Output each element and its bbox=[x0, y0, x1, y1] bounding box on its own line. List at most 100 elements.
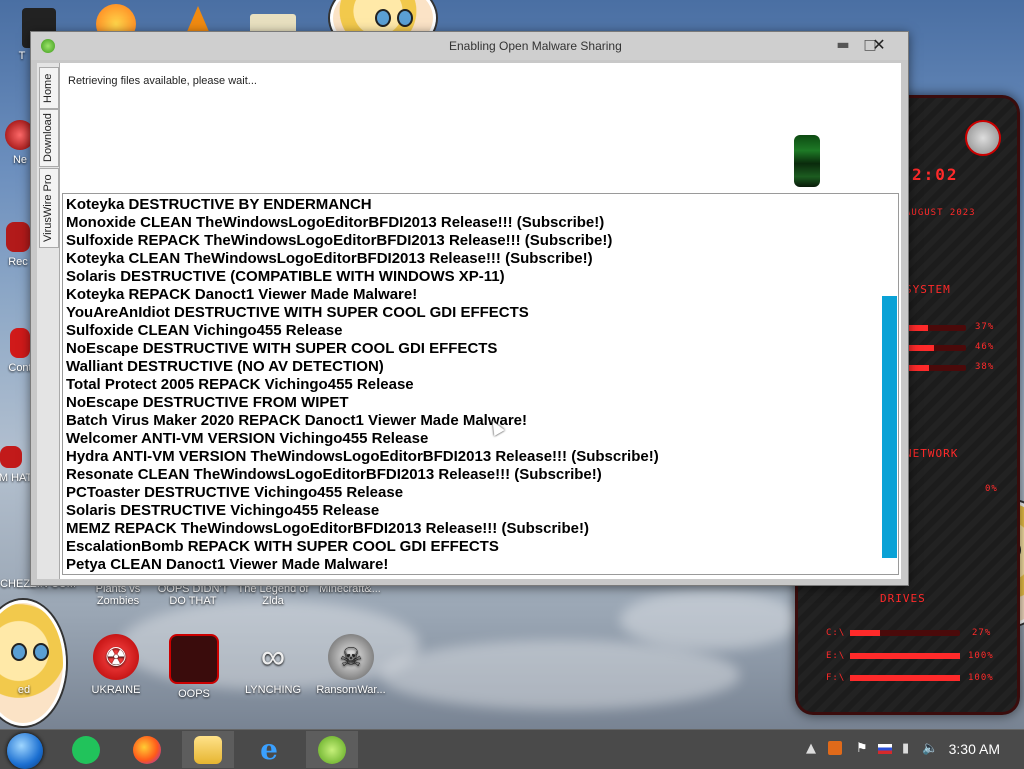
desktop-icon-label: Cont bbox=[8, 362, 32, 374]
app-icon bbox=[169, 634, 219, 684]
file-list-item[interactable]: YouAreAnIdiot DESTRUCTIVE WITH SUPER COO… bbox=[66, 304, 659, 322]
widget-drives-label: DRIVES bbox=[880, 592, 926, 605]
network-icon[interactable]: ▮ bbox=[902, 741, 909, 756]
widget-network-label: NETWORK bbox=[905, 447, 959, 460]
file-list-item[interactable]: Koteyka CLEAN TheWindowsLogoEditorBFDI20… bbox=[66, 250, 659, 268]
loading-spinner-icon bbox=[794, 135, 820, 187]
file-list-item[interactable]: Petya CLEAN Danoct1 Viewer Made Malware! bbox=[66, 556, 659, 574]
window-title: Enabling Open Malware Sharing bbox=[449, 39, 622, 53]
file-list-items: Koteyka DESTRUCTIVE BY ENDERMANCH Monoxid… bbox=[66, 196, 659, 574]
taskbar-malware-sharing-app[interactable] bbox=[306, 731, 358, 768]
desktop-icon-label: Rec bbox=[8, 256, 28, 268]
widget-system-label: SYSTEM bbox=[905, 283, 951, 296]
taskbar-clock[interactable]: 3:30 AM bbox=[949, 741, 1000, 757]
file-list-item[interactable]: NoEscape DESTRUCTIVE FROM WIPET bbox=[66, 394, 659, 412]
swap-bar bbox=[906, 365, 966, 371]
language-flag-icon[interactable] bbox=[878, 744, 892, 754]
file-list-item[interactable]: Solaris DESTRUCTIVE (COMPATIBLE WITH WIN… bbox=[66, 268, 659, 286]
tab-download[interactable]: Download bbox=[39, 109, 59, 167]
tab-viruswire-pro[interactable]: VirusWire Pro bbox=[39, 168, 59, 248]
desktop-icon-oops-didnt[interactable]: OOPS DIDN'T DO THAT bbox=[153, 583, 233, 607]
cartoon-sticker bbox=[0, 600, 66, 726]
drive-f-label: F:\ bbox=[826, 673, 846, 683]
drive-e-label: E:\ bbox=[826, 651, 846, 661]
app-logo-icon bbox=[41, 39, 55, 53]
drive-e-percent: 100% bbox=[968, 651, 994, 661]
firefox-icon bbox=[133, 735, 161, 764]
desktop-icon-zelda[interactable]: The Legend of Zlda bbox=[233, 583, 313, 607]
file-list-item[interactable]: Koteyka DESTRUCTIVE BY ENDERMANCH bbox=[66, 196, 659, 214]
file-list-item[interactable]: Welcomer ANTI-VM VERSION Vichingo455 Rel… bbox=[66, 430, 659, 448]
cpu-percent: 37% bbox=[975, 322, 995, 332]
volume-icon[interactable]: 🔈 bbox=[922, 741, 938, 756]
cloud-decoration bbox=[380, 640, 740, 710]
desktop-icon-lynching[interactable]: ∞ LYNCHING bbox=[233, 634, 313, 697]
drive-e-bar bbox=[850, 653, 960, 659]
file-list-item[interactable]: Hydra ANTI-VM VERSION TheWindowsLogoEdit… bbox=[66, 448, 659, 466]
file-list-item[interactable]: Batch Virus Maker 2020 REPACK Danoct1 Vi… bbox=[66, 412, 659, 430]
desktop-icon-label: T bbox=[18, 50, 26, 62]
file-list-item[interactable]: Monoxide CLEAN TheWindowsLogoEditorBFDI2… bbox=[66, 214, 659, 232]
desktop-icon-label: Plants vs Zombies bbox=[95, 583, 141, 607]
desktop-icon-ransomware[interactable]: ☠ RansomWar... bbox=[311, 634, 391, 696]
swap-percent: 38% bbox=[975, 362, 995, 372]
file-list-item[interactable]: EscalationBomb REPACK WITH SUPER COOL GD… bbox=[66, 538, 659, 556]
desktop-icon-oops[interactable]: OOPS bbox=[154, 634, 234, 700]
desktop-icon-label: ed bbox=[17, 684, 31, 696]
app-icon bbox=[10, 328, 30, 358]
file-list-item[interactable]: Koteyka REPACK Danoct1 Viewer Made Malwa… bbox=[66, 286, 659, 304]
taskbar-internet-explorer[interactable]: e bbox=[243, 731, 295, 768]
skull-icon: ☠ bbox=[328, 634, 374, 680]
tray-app-icon[interactable] bbox=[828, 741, 842, 755]
drive-f-percent: 100% bbox=[968, 673, 994, 683]
desktop-icon-ukraine[interactable]: ☢ UKRAINE bbox=[76, 634, 156, 696]
file-list-item[interactable]: Total Protect 2005 REPACK Vichingo455 Re… bbox=[66, 376, 659, 394]
file-list-item[interactable]: Walliant DESTRUCTIVE (NO AV DETECTION) bbox=[66, 358, 659, 376]
window-titlebar[interactable]: Enabling Open Malware Sharing ▬ □ ✕ bbox=[31, 32, 908, 60]
action-center-flag-icon[interactable]: ⚑ bbox=[856, 741, 868, 756]
desktop-icon-label: Ne bbox=[12, 154, 28, 166]
show-hidden-icons-icon[interactable]: ▲ bbox=[806, 741, 816, 756]
close-button[interactable]: ✕ bbox=[867, 36, 891, 54]
ie-icon: e bbox=[260, 732, 278, 766]
drive-c-bar-fill bbox=[850, 630, 880, 636]
drive-c-label: C:\ bbox=[826, 628, 846, 638]
malware-file-list[interactable]: Koteyka DESTRUCTIVE BY ENDERMANCH Monoxid… bbox=[62, 193, 899, 575]
desktop-icon-plants[interactable]: Plants vs Zombies bbox=[78, 583, 158, 607]
start-button[interactable] bbox=[7, 733, 43, 769]
alien-logo-icon bbox=[965, 120, 1001, 156]
desktop-icon-left[interactable]: ed bbox=[0, 684, 64, 696]
desktop-icon-label: RansomWar... bbox=[316, 684, 386, 696]
desktop-icon-label: OOPS bbox=[178, 688, 210, 700]
desktop-icon-label: LYNCHING bbox=[244, 684, 302, 696]
scrollbar-thumb[interactable] bbox=[882, 296, 897, 558]
radiation-icon: ☢ bbox=[93, 634, 139, 680]
drive-f-bar bbox=[850, 675, 960, 681]
file-list-item[interactable]: NoEscape DESTRUCTIVE WITH SUPER COOL GDI… bbox=[66, 340, 659, 358]
taskbar-notes-app[interactable] bbox=[60, 731, 112, 768]
widget-date: AUGUST 2023 bbox=[905, 208, 976, 218]
taskbar-firefox[interactable] bbox=[121, 731, 173, 768]
file-list-item[interactable]: Resonate CLEAN TheWindowsLogoEditorBFDI2… bbox=[66, 466, 659, 484]
list-scrollbar[interactable] bbox=[880, 194, 898, 572]
vlc-icon[interactable] bbox=[186, 6, 210, 34]
app-icon bbox=[6, 222, 30, 252]
taskbar: e ▲ ⚑ ▮ 🔈 3:30 AM bbox=[0, 729, 1024, 769]
drive-c-bar bbox=[850, 630, 960, 636]
desktop-icon-label: UKRAINE bbox=[91, 684, 141, 696]
drive-e-bar-fill bbox=[850, 653, 960, 659]
vertical-tab-strip: Home Download VirusWire Pro bbox=[37, 63, 60, 579]
noose-icon: ∞ bbox=[260, 637, 286, 676]
file-list-item[interactable]: Solaris DESTRUCTIVE Vichingo455 Release bbox=[66, 502, 659, 520]
file-list-item[interactable]: PCToaster DESTRUCTIVE Vichingo455 Releas… bbox=[66, 484, 659, 502]
file-list-item[interactable]: MEMZ REPACK TheWindowsLogoEditorBFDI2013… bbox=[66, 520, 659, 538]
file-list-item[interactable]: Sulfoxide REPACK TheWindowsLogoEditorBFD… bbox=[66, 232, 659, 250]
taskbar-file-explorer[interactable] bbox=[182, 731, 234, 768]
cpu-bar-fill bbox=[906, 325, 929, 331]
minimize-button-alt bbox=[831, 36, 855, 54]
tab-home[interactable]: Home bbox=[39, 67, 59, 109]
file-list-item[interactable]: Sulfoxide CLEAN Vichingo455 Release bbox=[66, 322, 659, 340]
loading-status: Retrieving files available, please wait.… bbox=[68, 75, 257, 87]
desktop-icon-label: The Legend of Zlda bbox=[237, 583, 309, 607]
network-value: 0% bbox=[985, 484, 998, 494]
